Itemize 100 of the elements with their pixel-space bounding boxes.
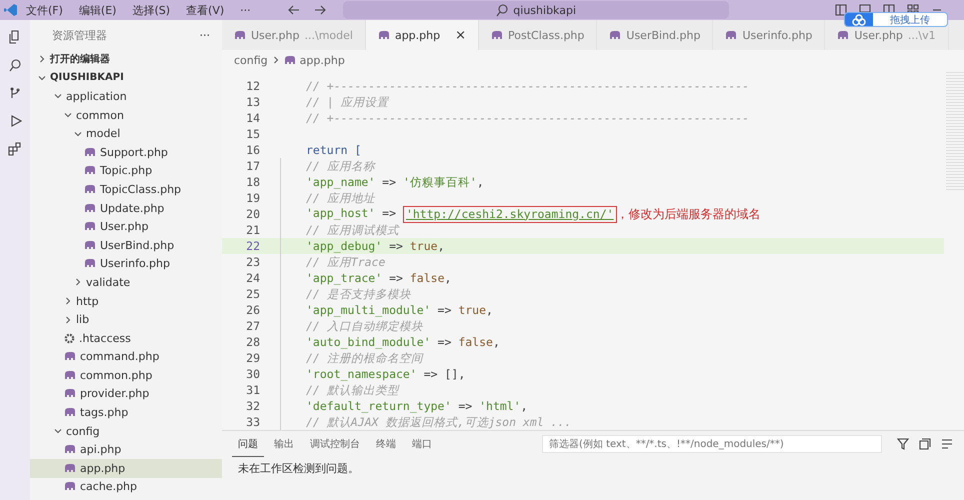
elephant-icon	[64, 352, 76, 362]
code-line: 'app_multi_module' => true,	[306, 303, 493, 317]
search-icon[interactable]	[495, 3, 510, 17]
line-number: 29	[245, 351, 261, 365]
elephant-icon	[64, 445, 76, 454]
upload-toast[interactable]: 拖拽上传	[844, 12, 948, 27]
more-actions-button[interactable]: ···	[200, 28, 210, 42]
tree-item[interactable]: lib	[30, 310, 222, 329]
tree-item[interactable]: cache.php	[30, 478, 222, 496]
tree-item[interactable]: Update.php	[30, 198, 222, 218]
elephant-icon	[84, 222, 96, 232]
elephant-icon	[84, 204, 96, 213]
line-number: 32	[245, 399, 261, 413]
line-number: 33	[245, 415, 261, 429]
menu-item[interactable]: 编辑(E)	[70, 2, 124, 18]
menu-item[interactable]: 查看(V)	[178, 2, 232, 18]
tree-item[interactable]: api.php	[30, 440, 222, 460]
chevron-right-icon	[272, 56, 280, 64]
extensions-icon[interactable]	[8, 142, 22, 156]
line-number: 16	[245, 143, 261, 157]
elephant-icon	[725, 30, 738, 40]
code-line: // 默认输出类型	[306, 382, 399, 398]
code-line: // +------------------------------------------------------------	[306, 111, 750, 125]
chevron-down-icon	[54, 427, 62, 436]
elephant-icon	[84, 240, 96, 250]
panel-tab[interactable]: 终端	[370, 432, 402, 456]
tree-item[interactable]: Topic.php	[30, 162, 222, 180]
code-line: // 应用名称	[306, 158, 375, 174]
line-number: 27	[245, 319, 261, 333]
filter-input[interactable]: 筛选器(例如 text、**/*.ts、!**/node_modules/**)	[542, 435, 882, 453]
elephant-icon	[378, 30, 390, 40]
code-line: 'app_name' => '仿糗事百科',	[306, 174, 484, 190]
elephant-icon	[84, 148, 96, 157]
gear-icon	[64, 332, 75, 344]
line-number: 22	[245, 239, 261, 253]
tree-item[interactable]: provider.php	[30, 384, 222, 404]
tree-item[interactable]: TopicClass.php	[30, 180, 222, 199]
line-number: 17	[245, 159, 261, 173]
source-control-icon[interactable]	[8, 86, 22, 100]
search-field[interactable]: qiushibkapi	[342, 1, 729, 19]
code-line: return [	[306, 143, 362, 157]
elephant-icon	[284, 56, 296, 64]
tree-item[interactable]: application	[30, 87, 222, 106]
tree-item[interactable]: Support.php	[30, 142, 222, 162]
elephant-icon	[491, 30, 503, 40]
tree-item[interactable]: command.php	[30, 348, 222, 366]
code-line: // 应用地址	[306, 190, 375, 206]
tree-item[interactable]: User.php	[30, 217, 222, 236]
tree-item[interactable]: Userinfo.php	[30, 254, 222, 274]
menu-item[interactable]: 选择(S)	[124, 2, 178, 18]
code-line: 'root_namespace' => [],	[306, 367, 466, 381]
panel-tab[interactable]: 输出	[268, 432, 300, 456]
tree-item[interactable]: tags.php	[30, 403, 222, 422]
line-number: 15	[245, 127, 261, 141]
word-wrap-icon[interactable]	[940, 437, 954, 451]
tree-item[interactable]: app.php	[30, 459, 222, 478]
line-number: 30	[245, 367, 261, 381]
tree-item[interactable]: config	[30, 422, 222, 440]
line-number: 18	[245, 175, 261, 189]
elephant-icon	[64, 389, 76, 398]
tree-item[interactable]: model	[30, 124, 222, 143]
code-line: // 默认AJAX 数据返回格式,可选json xml ...	[306, 414, 572, 430]
elephant-icon	[64, 464, 76, 473]
panel-tab[interactable]: 调试控制台	[304, 432, 366, 456]
line-number: 20	[245, 207, 261, 221]
tree-item[interactable]: validate	[30, 273, 222, 292]
tree-item[interactable]: common.php	[30, 366, 222, 385]
chevron-down-icon	[74, 130, 82, 138]
panel-tab[interactable]: 问题	[232, 432, 264, 456]
editor-tab[interactable]: app.php ×	[366, 20, 479, 50]
elephant-icon	[84, 166, 96, 176]
back-arrow-icon[interactable]	[286, 3, 301, 17]
panel-tab[interactable]: 端口	[406, 432, 438, 456]
filter-icon[interactable]	[896, 437, 910, 451]
tree-item[interactable]: http	[30, 292, 222, 310]
code-line: 'app_debug' => true,	[306, 239, 445, 253]
menu-item[interactable]: ···	[232, 4, 259, 16]
elephant-icon	[234, 30, 246, 40]
code-line: 'default_return_type' => 'html',	[306, 399, 528, 413]
close-tab-button[interactable]: ×	[455, 28, 466, 42]
line-number: 23	[245, 255, 261, 269]
line-number: 21	[245, 223, 261, 237]
tree-item[interactable]: UserBind.php	[30, 236, 222, 255]
collapse-all-icon[interactable]	[918, 437, 932, 451]
elephant-icon	[84, 259, 96, 268]
code-line: // 是否支持多模块	[306, 286, 411, 302]
section-header[interactable]: 打开的编辑器	[30, 50, 222, 69]
search-icon[interactable]	[8, 58, 22, 72]
menu-item[interactable]: 文件(F)	[18, 2, 71, 18]
breadcrumb-item[interactable]: app.php	[300, 54, 345, 66]
breadcrumb-item[interactable]: config	[234, 54, 268, 66]
elephant-icon	[837, 30, 850, 40]
tree-item[interactable]: common	[30, 106, 222, 124]
sidebar-layout-icon[interactable]	[834, 3, 848, 17]
forward-arrow-icon[interactable]	[312, 3, 327, 17]
line-number: 28	[245, 335, 261, 349]
line-number: 25	[245, 287, 261, 301]
tree-item[interactable]: .htaccess	[30, 328, 222, 348]
chevron-right-icon	[74, 278, 82, 286]
section-header[interactable]: QIUSHIBKAPI	[30, 68, 222, 88]
